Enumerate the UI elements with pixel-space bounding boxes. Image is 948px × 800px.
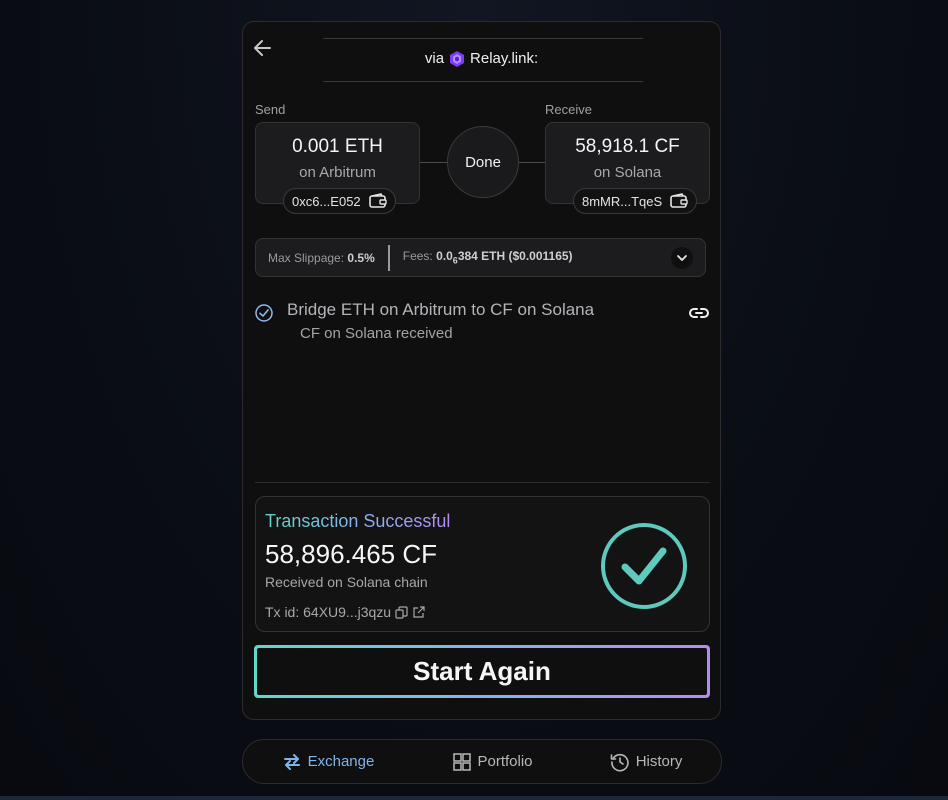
- receive-address: 8mMR...TqeS: [582, 193, 663, 209]
- success-check-icon: [601, 523, 687, 609]
- fees-value: 0.06384 ETH ($0.001165): [436, 249, 573, 265]
- nav-portfolio-label: Portfolio: [477, 753, 533, 770]
- nav-history-label: History: [635, 753, 683, 770]
- check-circle-icon: [255, 304, 273, 322]
- status-done-circle: Done: [447, 126, 519, 198]
- success-subtitle: Received on Solana chain: [265, 574, 428, 590]
- slippage-label: Max Slippage:: [268, 250, 345, 265]
- max-slippage: Max Slippage: 0.5%: [256, 251, 375, 265]
- start-again-label: Start Again: [257, 648, 707, 695]
- nav-portfolio[interactable]: Portfolio: [452, 752, 533, 772]
- receive-connector-line: [519, 162, 545, 163]
- tx-id: Tx id: 64XU9...j3qzu: [265, 604, 425, 620]
- receive-amount: 58,918.1 CF: [575, 136, 680, 157]
- via-label: via: [424, 50, 445, 67]
- header-bottom-divider: [323, 81, 643, 82]
- transaction-success-card: Transaction Successful 58,896.465 CF Rec…: [255, 496, 710, 632]
- page: via Relay.link: Send Receive 0.001 ETH o…: [0, 0, 948, 800]
- wallet-icon: [368, 193, 387, 208]
- relay-logo-icon: [450, 50, 465, 67]
- start-again-button[interactable]: Start Again: [254, 645, 710, 698]
- send-amount: 0.001 ETH: [292, 136, 383, 157]
- receive-chain: on Solana: [593, 164, 662, 181]
- nav-exchange-label: Exchange: [307, 753, 375, 770]
- slippage-value: 0.5%: [347, 250, 375, 265]
- link-icon[interactable]: [688, 302, 710, 324]
- nav-history[interactable]: History: [610, 752, 683, 772]
- history-clock-icon: [610, 753, 629, 771]
- header-top-divider: [323, 38, 643, 39]
- expand-fees-button[interactable]: [671, 247, 693, 269]
- status-label: Done: [465, 153, 501, 171]
- external-link-icon[interactable]: [412, 605, 425, 619]
- chevron-down-icon: [677, 255, 687, 261]
- receive-address-pill[interactable]: 8mMR...TqeS: [573, 188, 698, 214]
- swap-arrows-icon: [283, 753, 300, 770]
- fees-label: Fees:: [402, 249, 433, 264]
- swap-card: via Relay.link: Send Receive 0.001 ETH o…: [242, 21, 721, 720]
- provider-name: Relay.link:: [470, 50, 539, 67]
- success-title: Transaction Successful: [265, 511, 451, 531]
- step-title: Bridge ETH on Arbitrum to CF on Solana: [287, 300, 595, 319]
- send-connector-line: [420, 162, 447, 163]
- receive-label: Receive: [545, 102, 592, 117]
- send-chain: on Arbitrum: [299, 164, 376, 181]
- section-divider: [255, 482, 710, 483]
- tx-id-text: Tx id: 64XU9...j3qzu: [265, 604, 392, 620]
- copy-icon[interactable]: [395, 605, 408, 619]
- fees-value-prefix: 0.0: [436, 249, 453, 264]
- fees-info: Fees: 0.06384 ETH ($0.001165): [403, 249, 573, 265]
- grid-icon: [452, 752, 471, 771]
- success-amount: 58,896.465 CF: [265, 539, 438, 569]
- fees-divider: [387, 244, 390, 271]
- wallet-icon: [670, 193, 688, 208]
- fees-value-suffix: 384 ETH ($0.001165): [457, 249, 573, 264]
- nav-exchange[interactable]: Exchange: [282, 752, 375, 772]
- step-subtitle: CF on Solana received: [300, 325, 453, 342]
- provider-header: via Relay.link:: [243, 50, 720, 67]
- fees-bar: Max Slippage: 0.5% Fees: 0.06384 ETH ($0…: [255, 238, 706, 277]
- send-address-pill[interactable]: 0xc6...E052: [283, 188, 396, 214]
- bottom-nav: Exchange Portfolio History: [242, 739, 722, 784]
- window-bottom-edge: [0, 796, 948, 800]
- send-address: 0xc6...E052: [292, 193, 361, 209]
- send-label: Send: [255, 102, 286, 117]
